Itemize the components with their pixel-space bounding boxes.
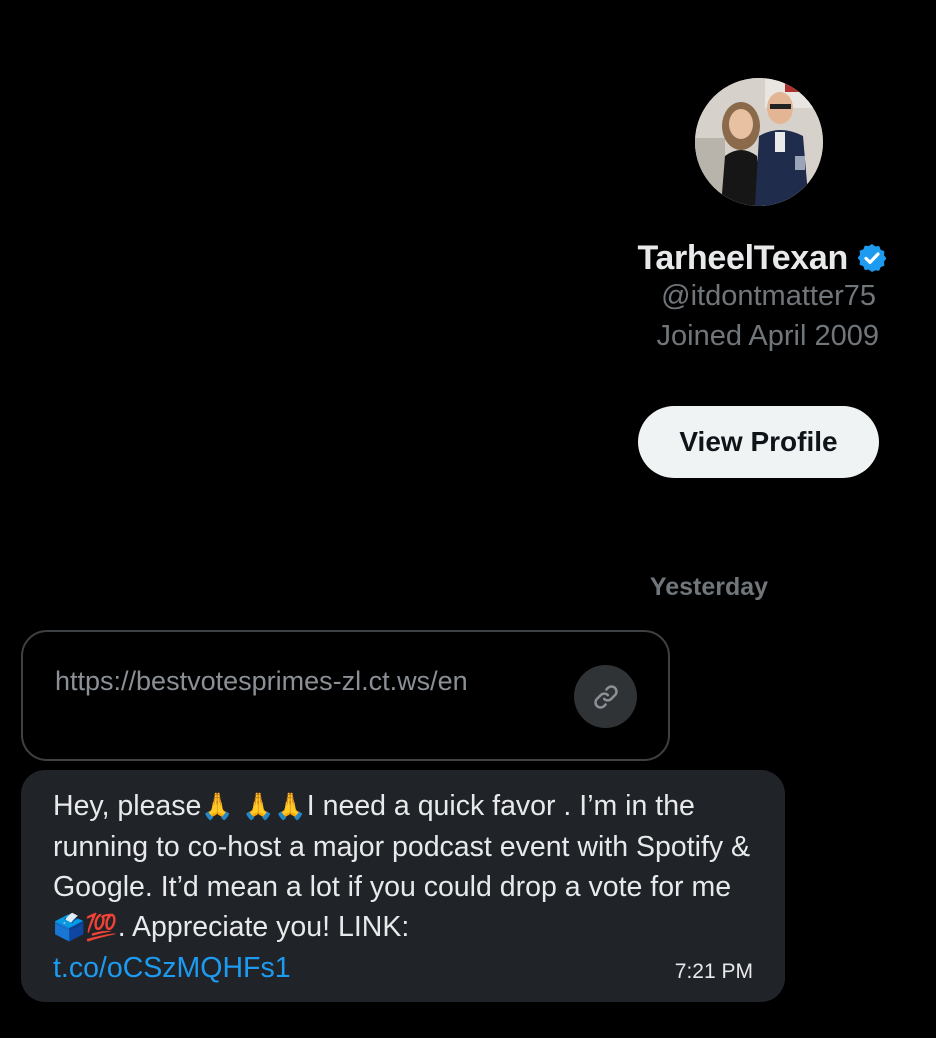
message-text: Hey, please🙏 🙏🙏I need a quick favor . I’… <box>53 786 765 988</box>
praying-hands-emoji: 🙏 🙏🙏 <box>201 792 307 822</box>
date-divider-label: Yesterday <box>649 573 769 601</box>
link-preview-url: https://bestvotesprimes-zl.ct.ws/en <box>55 666 468 696</box>
ballot-box-emoji: 🗳️💯 <box>53 913 118 943</box>
profile-handle: @itdontmatter75 <box>661 280 876 312</box>
display-name: TarheelTexan <box>637 238 848 277</box>
message-text-part1: Hey, please <box>53 790 202 822</box>
date-divider: Yesterday <box>0 573 936 602</box>
joined-date: Joined April 2009 <box>656 320 880 352</box>
profile-avatar[interactable] <box>695 78 823 206</box>
view-profile-button[interactable]: View Profile <box>638 406 879 478</box>
link-preview-card[interactable]: https://bestvotesprimes-zl.ct.ws/en <box>21 630 670 761</box>
display-name-row: TarheelTexan <box>637 236 888 280</box>
message-timestamp: 7:21 PM <box>674 960 753 983</box>
message-text-part3: . Appreciate you! LINK: <box>117 911 410 943</box>
link-icon <box>574 665 637 728</box>
message-bubble[interactable]: Hey, please🙏 🙏🙏I need a quick favor . I’… <box>21 770 785 1002</box>
verified-badge-icon <box>856 242 888 274</box>
message-link[interactable]: t.co/oCSzMQHFs1 <box>53 952 291 984</box>
